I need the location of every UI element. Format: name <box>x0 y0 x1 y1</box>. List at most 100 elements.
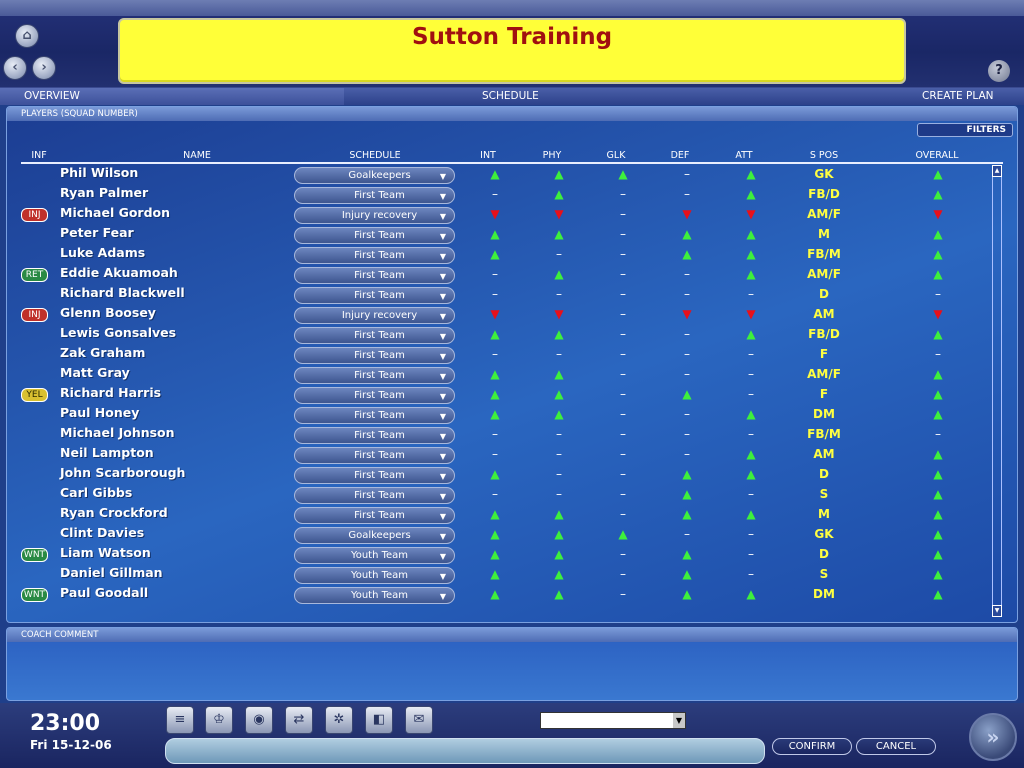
status-badge[interactable]: INJ <box>21 308 48 322</box>
player-row[interactable]: Lewis Gonsalves First Team ▼ ▲ ▲ – – ▲ ▲ FB/D <box>7 325 997 345</box>
player-row[interactable]: Paul Honey First Team ▼ ▲ ▲ – – ▲ ▲ DM <box>7 405 997 425</box>
schedule-select[interactable]: First Team ▼ <box>294 367 455 384</box>
player-row[interactable]: Richard Blackwell First Team ▼ – – – – – – D <box>7 285 997 305</box>
scroll-down-button[interactable]: ▼ <box>992 605 1002 617</box>
schedule-select[interactable]: Youth Team ▼ <box>294 587 455 604</box>
player-name[interactable]: Phil Wilson <box>60 165 138 180</box>
player-row[interactable]: WNT Paul Goodall Youth Team ▼ ▲ ▲ – ▲ ▲ ▲ DM <box>7 585 997 605</box>
schedule-select[interactable]: Goalkeepers ▼ <box>294 167 455 184</box>
schedule-select[interactable]: First Team ▼ <box>294 507 455 524</box>
status-badge[interactable]: RET <box>21 268 48 282</box>
tab-schedule[interactable]: SCHEDULE <box>458 88 563 105</box>
player-row[interactable]: RET Eddie Akuamoah First Team ▼ – ▲ – – ▲ ▲ AM/F <box>7 265 997 285</box>
player-name[interactable]: Lewis Gonsalves <box>60 325 176 340</box>
combo-arrow-icon[interactable]: ▼ <box>673 713 685 728</box>
player-name[interactable]: Michael Gordon <box>60 205 170 220</box>
schedule-select[interactable]: First Team ▼ <box>294 447 455 464</box>
schedule-select[interactable]: First Team ▼ <box>294 287 455 304</box>
player-row[interactable]: WNT Liam Watson Youth Team ▼ ▲ ▲ – ▲ – ▲ D <box>7 545 997 565</box>
schedule-select[interactable]: First Team ▼ <box>294 427 455 444</box>
col-att[interactable]: ATT <box>724 150 764 161</box>
continue-button[interactable]: » <box>969 713 1017 761</box>
toolbar-mail-button[interactable]: ✉ <box>405 706 433 734</box>
player-row[interactable]: Neil Lampton First Team ▼ – – – – ▲ ▲ AM <box>7 445 997 465</box>
player-row[interactable]: Ryan Crockford First Team ▼ ▲ ▲ – ▲ ▲ ▲ M <box>7 505 997 525</box>
player-row[interactable]: INJ Michael Gordon Injury recovery ▼ ▼ ▼ – ▼ ▼ ▼ A… <box>7 205 997 225</box>
player-name[interactable]: Peter Fear <box>60 225 134 240</box>
player-name[interactable]: John Scarborough <box>60 465 185 480</box>
cancel-button[interactable]: CANCEL <box>856 738 936 755</box>
status-badge[interactable]: INJ <box>21 208 48 222</box>
toolbar-transfer-button[interactable]: ⇄ <box>285 706 313 734</box>
tab-create-plan[interactable]: CREATE PLAN <box>898 88 1017 105</box>
col-spos[interactable]: S POS <box>794 150 854 161</box>
player-row[interactable]: YEL Richard Harris First Team ▼ ▲ ▲ – ▲ – ▲ F <box>7 385 997 405</box>
player-name[interactable]: Daniel Gillman <box>60 565 163 580</box>
player-name[interactable]: Paul Honey <box>60 405 139 420</box>
toolbar-menu-button[interactable]: ≡ <box>166 706 194 734</box>
schedule-select[interactable]: First Team ▼ <box>294 227 455 244</box>
player-name[interactable]: Glenn Boosey <box>60 305 156 320</box>
player-name[interactable]: Richard Blackwell <box>60 285 185 300</box>
player-row[interactable]: Luke Adams First Team ▼ ▲ – – ▲ ▲ ▲ FB/M <box>7 245 997 265</box>
schedule-select[interactable]: First Team ▼ <box>294 467 455 484</box>
player-row[interactable]: Ryan Palmer First Team ▼ – ▲ – – ▲ ▲ FB/D <box>7 185 997 205</box>
player-row[interactable]: Daniel Gillman Youth Team ▼ ▲ ▲ – ▲ – ▲ S <box>7 565 997 585</box>
col-inf[interactable]: INF <box>21 150 57 161</box>
player-name[interactable]: Clint Davies <box>60 525 144 540</box>
player-name[interactable]: Zak Graham <box>60 345 145 360</box>
player-name[interactable]: Michael Johnson <box>60 425 175 440</box>
schedule-select[interactable]: Goalkeepers ▼ <box>294 527 455 544</box>
schedule-select[interactable]: Injury recovery ▼ <box>294 307 455 324</box>
player-name[interactable]: Matt Gray <box>60 365 130 380</box>
player-name[interactable]: Paul Goodall <box>60 585 148 600</box>
schedule-select[interactable]: First Team ▼ <box>294 247 455 264</box>
schedule-select[interactable]: First Team ▼ <box>294 407 455 424</box>
player-row[interactable]: Matt Gray First Team ▼ ▲ ▲ – – – ▲ AM/F <box>7 365 997 385</box>
status-badge[interactable]: WNT <box>21 548 48 562</box>
player-row[interactable]: Michael Johnson First Team ▼ – – – – – – FB/M <box>7 425 997 445</box>
col-phy[interactable]: PHY <box>532 150 572 161</box>
toolbar-globe-button[interactable]: ◉ <box>245 706 273 734</box>
col-name[interactable]: NAME <box>147 150 247 161</box>
schedule-select[interactable]: Youth Team ▼ <box>294 547 455 564</box>
filters-button[interactable]: FILTERS <box>917 123 1013 137</box>
forward-button[interactable]: › <box>32 56 56 80</box>
schedule-select[interactable]: First Team ▼ <box>294 187 455 204</box>
player-name[interactable]: Carl Gibbs <box>60 485 132 500</box>
confirm-button[interactable]: CONFIRM <box>772 738 852 755</box>
player-row[interactable]: Phil Wilson Goalkeepers ▼ ▲ ▲ ▲ – ▲ ▲ GK <box>7 165 997 185</box>
col-int[interactable]: INT <box>468 150 508 161</box>
player-name[interactable]: Luke Adams <box>60 245 145 260</box>
toolbar-gear-button[interactable]: ✲ <box>325 706 353 734</box>
col-def[interactable]: DEF <box>660 150 700 161</box>
toolbar-fz-button[interactable]: ◧ <box>365 706 393 734</box>
vertical-scrollbar[interactable]: ▲ ▼ <box>992 165 1002 617</box>
schedule-select[interactable]: Youth Team ▼ <box>294 567 455 584</box>
player-row[interactable]: Peter Fear First Team ▼ ▲ ▲ – ▲ ▲ ▲ M <box>7 225 997 245</box>
player-name[interactable]: Liam Watson <box>60 545 151 560</box>
help-button[interactable]: ? <box>988 60 1010 82</box>
status-badge[interactable]: YEL <box>21 388 48 402</box>
player-row[interactable]: Carl Gibbs First Team ▼ – – – ▲ – ▲ S <box>7 485 997 505</box>
schedule-select[interactable]: First Team ▼ <box>294 327 455 344</box>
col-glk[interactable]: GLK <box>596 150 636 161</box>
col-schedule[interactable]: SCHEDULE <box>325 150 425 161</box>
schedule-select[interactable]: Injury recovery ▼ <box>294 207 455 224</box>
player-row[interactable]: Zak Graham First Team ▼ – – – – – – F <box>7 345 997 365</box>
player-name[interactable]: Ryan Crockford <box>60 505 168 520</box>
schedule-select[interactable]: First Team ▼ <box>294 387 455 404</box>
schedule-select[interactable]: First Team ▼ <box>294 347 455 364</box>
col-overall[interactable]: OVERALL <box>902 150 972 161</box>
tab-overview[interactable]: OVERVIEW <box>0 88 344 105</box>
player-row[interactable]: John Scarborough First Team ▼ ▲ – – ▲ ▲ ▲ D <box>7 465 997 485</box>
scroll-up-button[interactable]: ▲ <box>992 165 1002 177</box>
player-name[interactable]: Eddie Akuamoah <box>60 265 178 280</box>
action-combo[interactable]: ▼ <box>540 712 686 729</box>
player-name[interactable]: Ryan Palmer <box>60 185 148 200</box>
player-name[interactable]: Richard Harris <box>60 385 161 400</box>
back-button[interactable]: ‹ <box>3 56 27 80</box>
home-button[interactable]: ⌂ <box>15 24 39 48</box>
player-row[interactable]: Clint Davies Goalkeepers ▼ ▲ ▲ ▲ – – ▲ GK <box>7 525 997 545</box>
player-row[interactable]: INJ Glenn Boosey Injury recovery ▼ ▼ ▼ – ▼ ▼ ▼ AM <box>7 305 997 325</box>
